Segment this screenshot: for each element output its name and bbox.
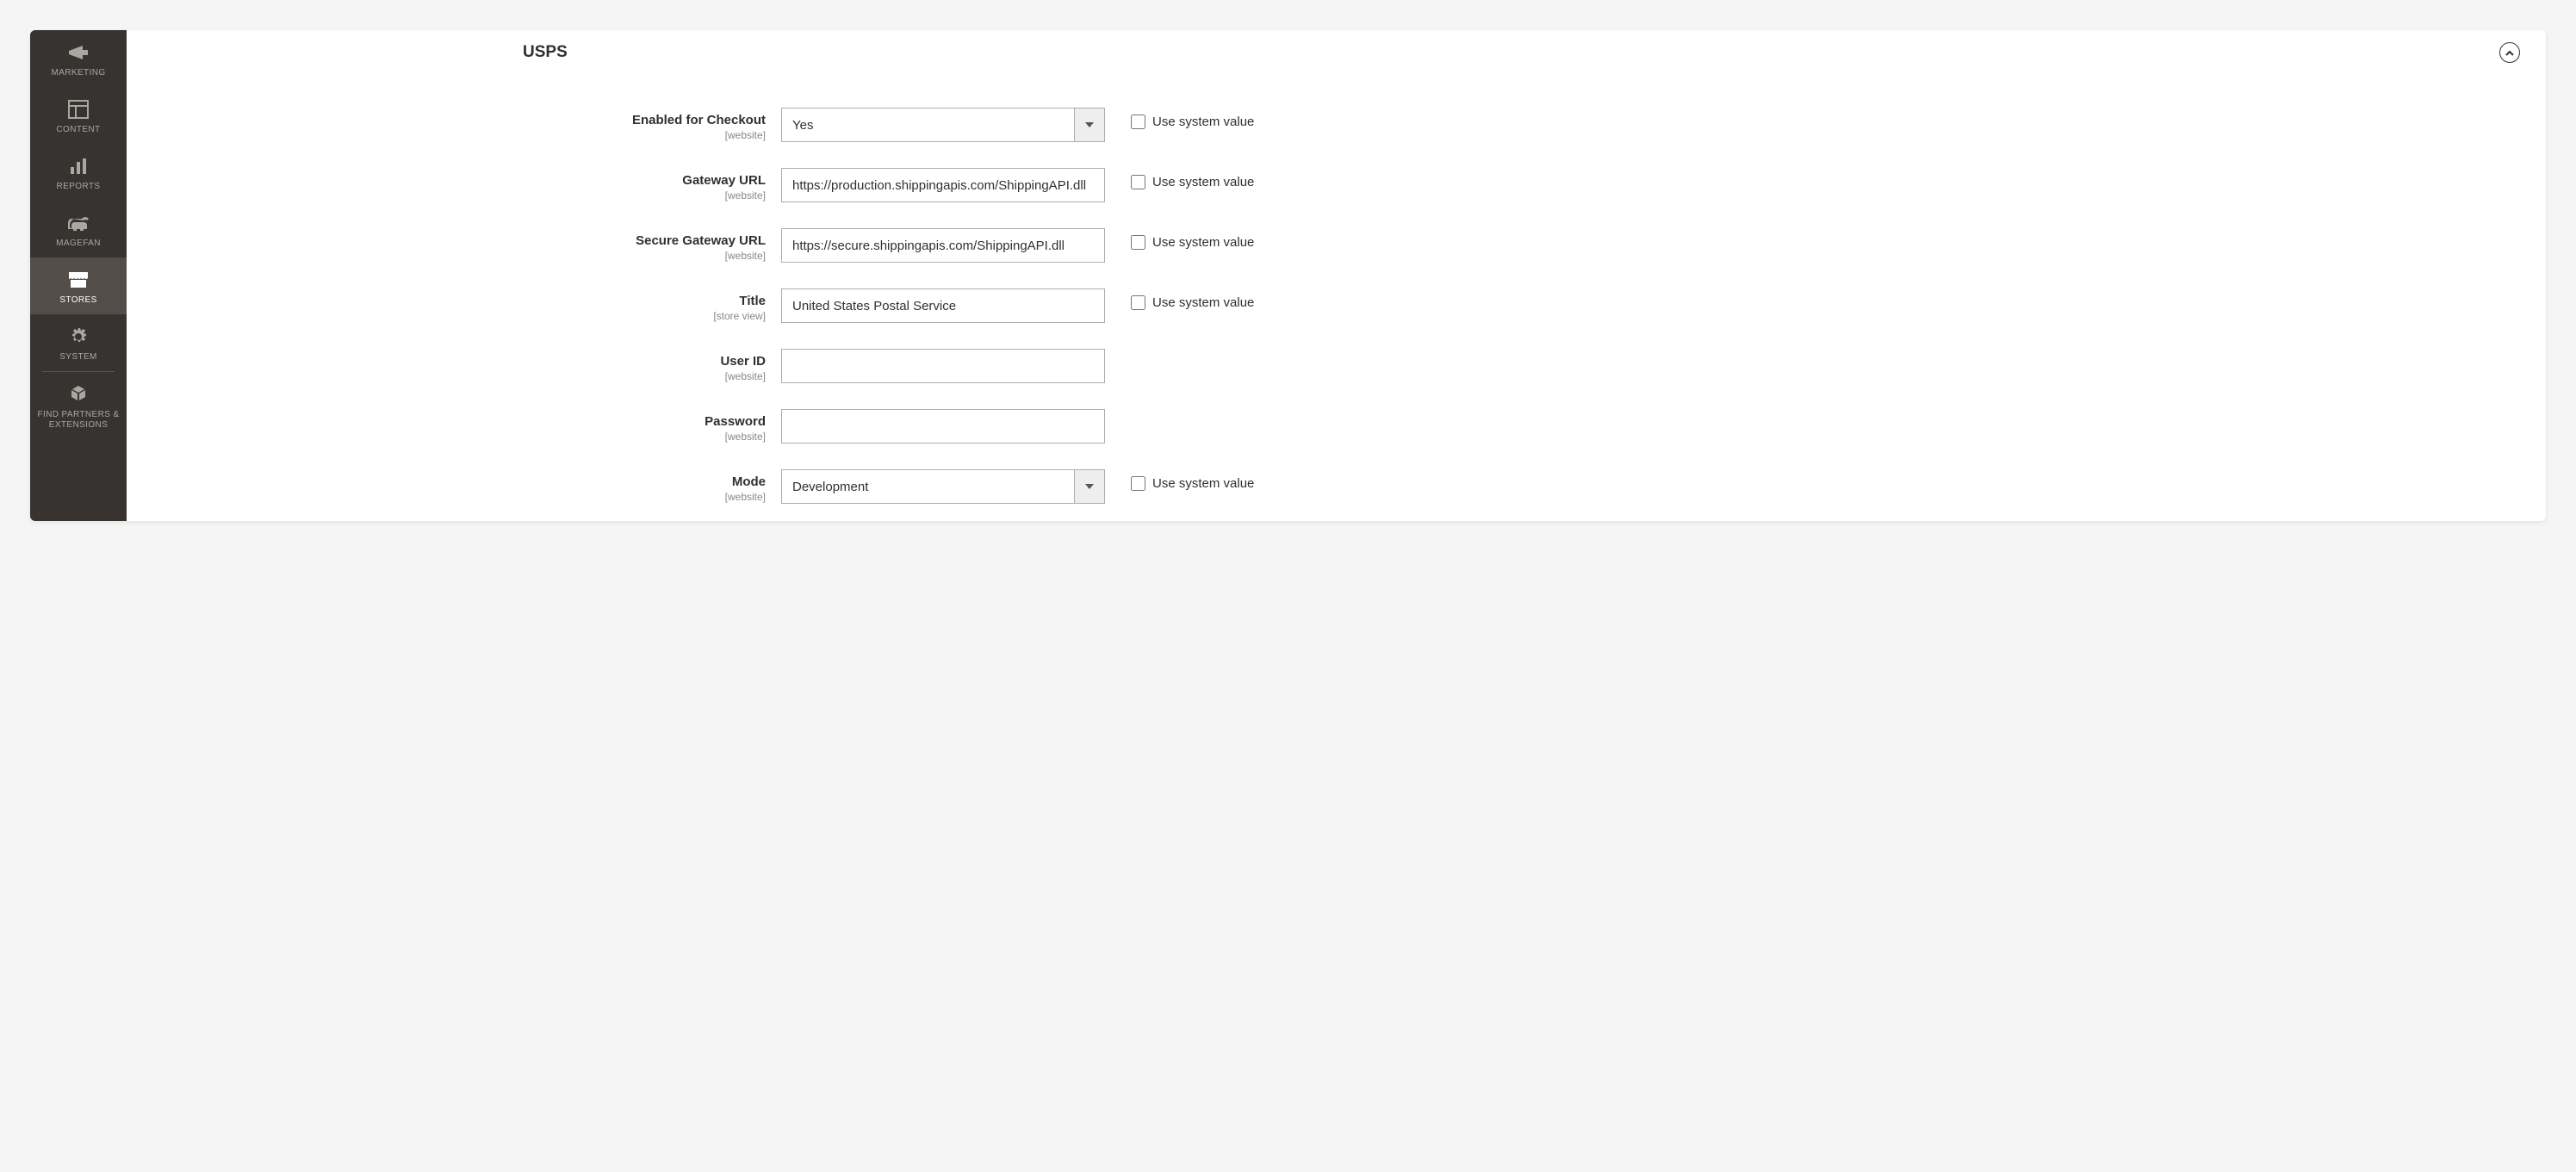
sidebar-item-partners[interactable]: FIND PARTNERS & EXTENSIONS bbox=[30, 372, 127, 439]
collapse-button[interactable] bbox=[2499, 42, 2520, 63]
field-label: Secure Gateway URL bbox=[127, 233, 766, 248]
label-col: Secure Gateway URL [website] bbox=[127, 228, 781, 262]
layout-icon bbox=[68, 97, 89, 121]
use-system-checkbox[interactable] bbox=[1131, 476, 1145, 491]
row-secure-gateway: Secure Gateway URL [website] Use system … bbox=[127, 228, 2520, 263]
row-password: Password [website] bbox=[127, 409, 2520, 443]
system-value-col: Use system value bbox=[1105, 108, 1254, 129]
field-label: Mode bbox=[127, 474, 766, 489]
secure-gateway-url-input[interactable] bbox=[781, 228, 1105, 263]
system-value-col: Use system value bbox=[1105, 168, 1254, 189]
label-col: Enabled for Checkout [website] bbox=[127, 108, 781, 141]
field-scope: [website] bbox=[127, 431, 766, 443]
system-value-col: Use system value bbox=[1105, 288, 1254, 310]
input-col bbox=[781, 288, 1105, 323]
use-system-label[interactable]: Use system value bbox=[1152, 476, 1254, 491]
bar-chart-icon bbox=[68, 154, 89, 178]
gateway-url-input[interactable] bbox=[781, 168, 1105, 202]
user-id-input[interactable] bbox=[781, 349, 1105, 383]
field-label: User ID bbox=[127, 354, 766, 369]
form-rows: Enabled for Checkout [website] Use syste… bbox=[127, 73, 2546, 504]
config-panel: USPS Enabled for Checkout [website] bbox=[127, 30, 2546, 521]
select-wrap bbox=[781, 108, 1105, 142]
sidebar-item-label: CONTENT bbox=[56, 125, 100, 135]
password-input[interactable] bbox=[781, 409, 1105, 443]
input-col bbox=[781, 228, 1105, 263]
sidebar-item-reports[interactable]: REPORTS bbox=[30, 144, 127, 201]
sidebar-item-label: STORES bbox=[59, 295, 96, 306]
input-col bbox=[781, 108, 1105, 142]
select-wrap bbox=[781, 469, 1105, 504]
blocks-icon bbox=[67, 382, 90, 406]
sidebar-item-label: MARKETING bbox=[51, 68, 105, 78]
sidebar-item-label: MAGEFAN bbox=[56, 239, 101, 249]
sidebar-item-system[interactable]: SYSTEM bbox=[30, 314, 127, 371]
use-system-checkbox[interactable] bbox=[1131, 295, 1145, 310]
row-enabled: Enabled for Checkout [website] Use syste… bbox=[127, 108, 2520, 142]
sidebar-item-label: FIND PARTNERS & EXTENSIONS bbox=[34, 410, 123, 431]
label-col: Gateway URL [website] bbox=[127, 168, 781, 202]
storefront-icon bbox=[67, 268, 90, 292]
field-scope: [website] bbox=[127, 129, 766, 141]
use-system-checkbox[interactable] bbox=[1131, 235, 1145, 250]
label-col: Mode [website] bbox=[127, 469, 781, 503]
field-scope: [store view] bbox=[127, 310, 766, 322]
elephant-icon bbox=[66, 211, 90, 235]
sidebar-item-label: SYSTEM bbox=[59, 352, 97, 363]
admin-sidebar: MARKETING CONTENT REPORTS MAGEFAN STORES bbox=[30, 30, 127, 521]
sidebar-item-magefan[interactable]: MAGEFAN bbox=[30, 201, 127, 257]
use-system-label[interactable]: Use system value bbox=[1152, 295, 1254, 310]
sidebar-item-label: REPORTS bbox=[57, 182, 101, 192]
title-input[interactable] bbox=[781, 288, 1105, 323]
field-scope: [website] bbox=[127, 189, 766, 202]
row-gateway: Gateway URL [website] Use system value bbox=[127, 168, 2520, 202]
field-scope: [website] bbox=[127, 250, 766, 262]
use-system-checkbox[interactable] bbox=[1131, 175, 1145, 189]
field-scope: [website] bbox=[127, 491, 766, 503]
sidebar-item-stores[interactable]: STORES bbox=[30, 257, 127, 314]
field-scope: [website] bbox=[127, 370, 766, 382]
label-col: User ID [website] bbox=[127, 349, 781, 382]
sidebar-item-marketing[interactable]: MARKETING bbox=[30, 30, 127, 87]
input-col bbox=[781, 469, 1105, 504]
field-label: Password bbox=[127, 414, 766, 429]
field-label: Enabled for Checkout bbox=[127, 113, 766, 127]
row-title: Title [store view] Use system value bbox=[127, 288, 2520, 323]
chevron-up-icon bbox=[2505, 46, 2515, 59]
mode-select[interactable] bbox=[781, 469, 1105, 504]
system-value-col: Use system value bbox=[1105, 469, 1254, 491]
system-value-col: Use system value bbox=[1105, 228, 1254, 250]
megaphone-icon bbox=[67, 40, 90, 65]
sidebar-item-content[interactable]: CONTENT bbox=[30, 87, 127, 144]
input-col bbox=[781, 349, 1105, 383]
row-user-id: User ID [website] bbox=[127, 349, 2520, 383]
input-col bbox=[781, 168, 1105, 202]
label-col: Title [store view] bbox=[127, 288, 781, 322]
field-label: Gateway URL bbox=[127, 173, 766, 188]
admin-window: MARKETING CONTENT REPORTS MAGEFAN STORES bbox=[30, 30, 2546, 521]
section-title: USPS bbox=[523, 43, 568, 62]
section-header: USPS bbox=[127, 30, 2546, 73]
use-system-label[interactable]: Use system value bbox=[1152, 115, 1254, 129]
row-mode: Mode [website] Use system value bbox=[127, 469, 2520, 504]
enabled-select[interactable] bbox=[781, 108, 1105, 142]
label-col: Password [website] bbox=[127, 409, 781, 443]
use-system-checkbox[interactable] bbox=[1131, 115, 1145, 129]
use-system-label[interactable]: Use system value bbox=[1152, 235, 1254, 250]
input-col bbox=[781, 409, 1105, 443]
field-label: Title bbox=[127, 294, 766, 308]
use-system-label[interactable]: Use system value bbox=[1152, 175, 1254, 189]
gear-icon bbox=[68, 325, 89, 349]
